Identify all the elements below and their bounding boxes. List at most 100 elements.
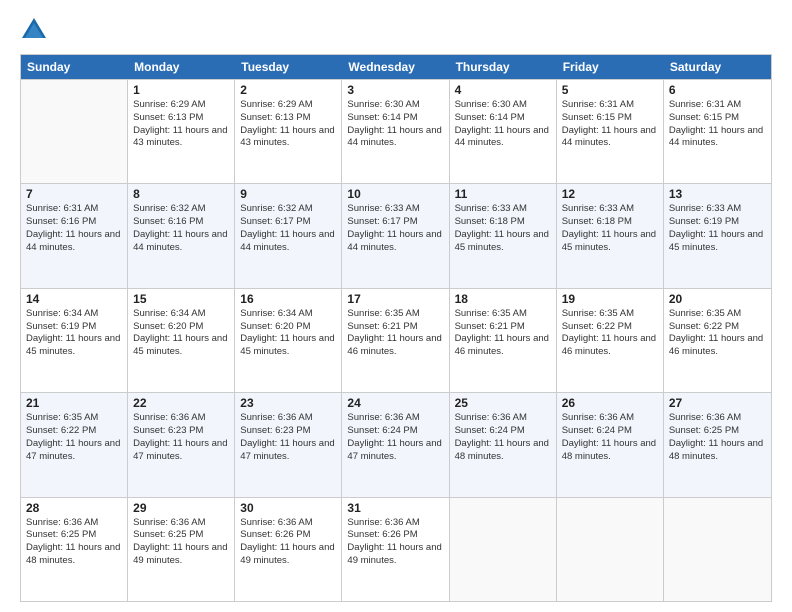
sunrise-text: Sunrise: 6:33 AM [669, 203, 766, 216]
daylight-text: Daylight: 11 hours and 44 minutes. [562, 125, 658, 151]
calendar-cell: 18Sunrise: 6:35 AMSunset: 6:21 PMDayligh… [450, 289, 557, 392]
calendar-cell: 21Sunrise: 6:35 AMSunset: 6:22 PMDayligh… [21, 393, 128, 496]
sunrise-text: Sunrise: 6:32 AM [133, 203, 229, 216]
calendar-cell: 10Sunrise: 6:33 AMSunset: 6:17 PMDayligh… [342, 184, 449, 287]
daylight-text: Daylight: 11 hours and 44 minutes. [133, 229, 229, 255]
calendar-cell: 2Sunrise: 6:29 AMSunset: 6:13 PMDaylight… [235, 80, 342, 183]
day-number: 29 [133, 501, 229, 515]
sunrise-text: Sunrise: 6:36 AM [133, 412, 229, 425]
day-number: 19 [562, 292, 658, 306]
sunrise-text: Sunrise: 6:32 AM [240, 203, 336, 216]
daylight-text: Daylight: 11 hours and 47 minutes. [133, 438, 229, 464]
calendar-cell [21, 80, 128, 183]
sunrise-text: Sunrise: 6:35 AM [26, 412, 122, 425]
calendar-cell: 19Sunrise: 6:35 AMSunset: 6:22 PMDayligh… [557, 289, 664, 392]
calendar-cell: 30Sunrise: 6:36 AMSunset: 6:26 PMDayligh… [235, 498, 342, 601]
calendar-cell: 22Sunrise: 6:36 AMSunset: 6:23 PMDayligh… [128, 393, 235, 496]
sunset-text: Sunset: 6:22 PM [562, 321, 658, 334]
sunrise-text: Sunrise: 6:31 AM [562, 99, 658, 112]
daylight-text: Daylight: 11 hours and 44 minutes. [347, 229, 443, 255]
sunrise-text: Sunrise: 6:33 AM [562, 203, 658, 216]
calendar-row: 28Sunrise: 6:36 AMSunset: 6:25 PMDayligh… [21, 497, 771, 601]
sunrise-text: Sunrise: 6:33 AM [455, 203, 551, 216]
daylight-text: Daylight: 11 hours and 44 minutes. [347, 125, 443, 151]
daylight-text: Daylight: 11 hours and 44 minutes. [669, 125, 766, 151]
sunrise-text: Sunrise: 6:36 AM [562, 412, 658, 425]
day-number: 31 [347, 501, 443, 515]
day-number: 30 [240, 501, 336, 515]
page: SundayMondayTuesdayWednesdayThursdayFrid… [0, 0, 792, 612]
calendar-cell: 14Sunrise: 6:34 AMSunset: 6:19 PMDayligh… [21, 289, 128, 392]
calendar-cell: 5Sunrise: 6:31 AMSunset: 6:15 PMDaylight… [557, 80, 664, 183]
sunset-text: Sunset: 6:13 PM [240, 112, 336, 125]
sunrise-text: Sunrise: 6:30 AM [347, 99, 443, 112]
calendar-cell: 1Sunrise: 6:29 AMSunset: 6:13 PMDaylight… [128, 80, 235, 183]
calendar-cell: 12Sunrise: 6:33 AMSunset: 6:18 PMDayligh… [557, 184, 664, 287]
calendar-cell: 15Sunrise: 6:34 AMSunset: 6:20 PMDayligh… [128, 289, 235, 392]
daylight-text: Daylight: 11 hours and 46 minutes. [455, 333, 551, 359]
calendar-cell: 8Sunrise: 6:32 AMSunset: 6:16 PMDaylight… [128, 184, 235, 287]
sunset-text: Sunset: 6:25 PM [133, 529, 229, 542]
daylight-text: Daylight: 11 hours and 44 minutes. [26, 229, 122, 255]
sunrise-text: Sunrise: 6:34 AM [26, 308, 122, 321]
calendar-cell: 20Sunrise: 6:35 AMSunset: 6:22 PMDayligh… [664, 289, 771, 392]
sunrise-text: Sunrise: 6:35 AM [669, 308, 766, 321]
logo-icon [20, 16, 48, 44]
sunset-text: Sunset: 6:24 PM [455, 425, 551, 438]
day-number: 12 [562, 187, 658, 201]
daylight-text: Daylight: 11 hours and 45 minutes. [240, 333, 336, 359]
daylight-text: Daylight: 11 hours and 45 minutes. [26, 333, 122, 359]
daylight-text: Daylight: 11 hours and 48 minutes. [455, 438, 551, 464]
sunset-text: Sunset: 6:17 PM [347, 216, 443, 229]
calendar-header-day: Wednesday [342, 55, 449, 79]
sunrise-text: Sunrise: 6:36 AM [669, 412, 766, 425]
sunrise-text: Sunrise: 6:29 AM [240, 99, 336, 112]
sunset-text: Sunset: 6:24 PM [347, 425, 443, 438]
day-number: 22 [133, 396, 229, 410]
day-number: 27 [669, 396, 766, 410]
calendar-cell: 11Sunrise: 6:33 AMSunset: 6:18 PMDayligh… [450, 184, 557, 287]
sunset-text: Sunset: 6:21 PM [455, 321, 551, 334]
sunset-text: Sunset: 6:25 PM [669, 425, 766, 438]
sunset-text: Sunset: 6:15 PM [669, 112, 766, 125]
sunset-text: Sunset: 6:21 PM [347, 321, 443, 334]
day-number: 16 [240, 292, 336, 306]
sunset-text: Sunset: 6:20 PM [133, 321, 229, 334]
calendar-header-day: Friday [557, 55, 664, 79]
daylight-text: Daylight: 11 hours and 48 minutes. [26, 542, 122, 568]
calendar-cell: 7Sunrise: 6:31 AMSunset: 6:16 PMDaylight… [21, 184, 128, 287]
daylight-text: Daylight: 11 hours and 46 minutes. [669, 333, 766, 359]
day-number: 6 [669, 83, 766, 97]
sunrise-text: Sunrise: 6:36 AM [133, 517, 229, 530]
daylight-text: Daylight: 11 hours and 48 minutes. [669, 438, 766, 464]
calendar-cell: 28Sunrise: 6:36 AMSunset: 6:25 PMDayligh… [21, 498, 128, 601]
calendar-header-day: Saturday [664, 55, 771, 79]
daylight-text: Daylight: 11 hours and 46 minutes. [562, 333, 658, 359]
logo [20, 16, 52, 44]
sunset-text: Sunset: 6:14 PM [455, 112, 551, 125]
sunrise-text: Sunrise: 6:35 AM [455, 308, 551, 321]
sunset-text: Sunset: 6:25 PM [26, 529, 122, 542]
calendar-cell: 29Sunrise: 6:36 AMSunset: 6:25 PMDayligh… [128, 498, 235, 601]
calendar-header-day: Tuesday [235, 55, 342, 79]
calendar-header-day: Monday [128, 55, 235, 79]
sunset-text: Sunset: 6:20 PM [240, 321, 336, 334]
calendar-cell: 24Sunrise: 6:36 AMSunset: 6:24 PMDayligh… [342, 393, 449, 496]
calendar-row: 21Sunrise: 6:35 AMSunset: 6:22 PMDayligh… [21, 392, 771, 496]
day-number: 5 [562, 83, 658, 97]
calendar-cell [450, 498, 557, 601]
calendar-cell: 27 Sunrise: 6:36 AMSunset: 6:25 PMDayligh… [664, 393, 771, 496]
daylight-text: Daylight: 11 hours and 47 minutes. [26, 438, 122, 464]
day-number: 10 [347, 187, 443, 201]
daylight-text: Daylight: 11 hours and 44 minutes. [455, 125, 551, 151]
sunset-text: Sunset: 6:19 PM [669, 216, 766, 229]
day-number: 20 [669, 292, 766, 306]
day-number: 3 [347, 83, 443, 97]
day-number: 1 [133, 83, 229, 97]
sunset-text: Sunset: 6:19 PM [26, 321, 122, 334]
sunrise-text: Sunrise: 6:35 AM [347, 308, 443, 321]
sunset-text: Sunset: 6:16 PM [133, 216, 229, 229]
daylight-text: Daylight: 11 hours and 45 minutes. [133, 333, 229, 359]
calendar-cell [664, 498, 771, 601]
sunset-text: Sunset: 6:23 PM [240, 425, 336, 438]
